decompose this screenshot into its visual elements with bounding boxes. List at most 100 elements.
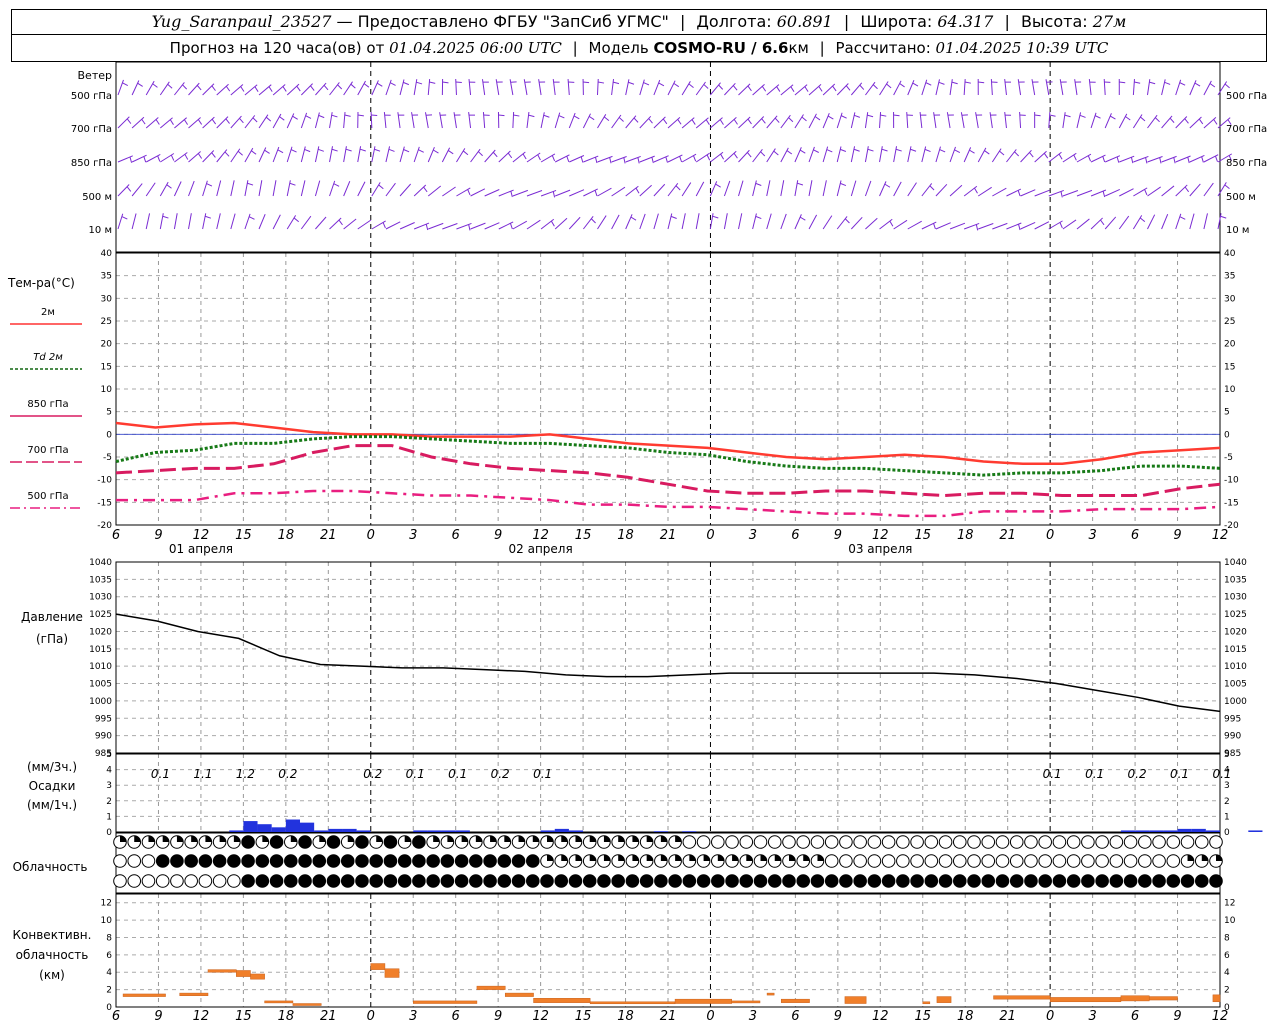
wind-barb	[399, 146, 405, 163]
temp-tick-left: -5	[103, 453, 112, 463]
wind-barb	[371, 220, 386, 230]
wind-barb-feather	[827, 115, 834, 120]
wind-barb	[468, 79, 472, 96]
wind-barb	[554, 217, 568, 230]
wind-barb-feather	[818, 86, 823, 92]
wind-barb	[597, 114, 607, 129]
wind-barb	[836, 83, 849, 96]
cloud-cover-fraction	[376, 835, 383, 842]
wind-barb-feather	[1215, 155, 1218, 162]
hour-tick-label: 21	[660, 528, 677, 543]
cloud-cover-symbol	[1109, 835, 1124, 849]
wind-barb-feather	[609, 157, 612, 164]
convective-cloud-bar	[844, 996, 867, 1004]
wind-barb	[230, 180, 235, 197]
wind-barb-feather	[552, 191, 556, 198]
convective-title-2: облачность	[16, 948, 89, 962]
precip-unit-3h: (мм/3ч.)	[27, 760, 77, 774]
wind-barb-feather	[590, 218, 596, 224]
cloud-cover-symbol	[454, 874, 469, 888]
wind-barb	[822, 146, 829, 163]
wind-barb	[921, 79, 928, 96]
wind-barb	[343, 112, 346, 129]
cloud-cover-symbol	[696, 874, 711, 888]
wind-barb	[1020, 149, 1032, 163]
wind-barb	[978, 223, 994, 230]
wind-barb	[314, 112, 320, 129]
pressure-tick-right: 1035	[1224, 575, 1247, 585]
wind-barb	[383, 112, 387, 129]
convective-tick-left: 10	[101, 916, 113, 926]
wind-barb-feather	[594, 190, 598, 197]
cloud-cover-symbol	[212, 854, 227, 868]
cloud-cover-symbol	[1052, 874, 1067, 888]
cloud-cover-fraction	[817, 854, 824, 861]
cloud-cover-symbol	[896, 874, 910, 888]
cloud-cover-symbol	[881, 835, 896, 849]
wind-level-label-left: 850 гПа	[71, 158, 112, 169]
cloud-cover-symbol	[639, 874, 654, 888]
day-label: 02 апреля	[509, 542, 573, 556]
wind-barb-feather	[925, 82, 932, 86]
cloud-cover-symbol	[711, 835, 725, 849]
wind-barb	[822, 215, 833, 230]
cloud-cover-symbol	[1194, 874, 1209, 888]
wind-barb-feather	[618, 117, 624, 122]
wind-barb-feather	[813, 149, 819, 153]
cloud-cover-symbol	[525, 854, 540, 868]
wind-barb-feather	[528, 114, 535, 118]
precip-3h-label: 0.1	[1170, 767, 1189, 781]
hour-tick-label-bottom: 3	[1088, 1009, 1096, 1024]
wind-level-label-left: 500 гПа	[71, 91, 112, 102]
wind-barb-feather	[679, 156, 683, 163]
cloud-cover-symbol	[1109, 854, 1124, 868]
wind-barb-feather	[129, 156, 133, 163]
cloud-cover-symbol	[910, 835, 924, 849]
cloud-cover-symbol	[995, 854, 1010, 868]
wind-barb	[864, 146, 869, 163]
wind-barb	[286, 83, 300, 96]
wind-barb	[1062, 152, 1077, 163]
cloud-cover-symbol	[412, 874, 426, 888]
wind-barb	[131, 183, 143, 197]
cloud-cover-symbol	[440, 854, 455, 868]
wind-barb-feather	[211, 85, 216, 91]
cloud-cover-symbol	[1180, 835, 1195, 849]
convective-cloud-bar	[207, 969, 237, 973]
cloud-cover-symbol	[568, 874, 583, 888]
wind-barb-feather	[673, 82, 680, 88]
cloud-cover-symbol	[597, 874, 611, 888]
wind-barb	[879, 112, 882, 129]
wind-barb-feather	[1179, 216, 1186, 220]
wind-barb-feather	[403, 81, 410, 86]
wind-barb-feather	[598, 81, 605, 84]
wind-barb	[653, 183, 666, 197]
wind-barb	[836, 216, 848, 230]
wind-barb-feather	[893, 114, 900, 117]
convective-cloud-bar	[674, 998, 732, 1004]
temp-tick-right: 40	[1224, 249, 1236, 259]
wind-barb-feather	[603, 116, 610, 122]
wind-barb-feather	[1119, 81, 1126, 84]
wind-barb-feather	[774, 117, 780, 123]
wind-level-label-left: 700 гПа	[71, 124, 112, 135]
wind-barb-feather	[1224, 83, 1230, 89]
cloud-cover-fraction	[788, 854, 796, 861]
hour-tick-label-bottom: 18	[957, 1009, 974, 1024]
wind-barb-feather	[1029, 152, 1034, 158]
wind-barb	[597, 187, 612, 197]
wind-barb	[766, 115, 778, 129]
wind-barb	[639, 79, 645, 96]
wind-barb-feather	[224, 151, 230, 157]
wind-barb	[766, 148, 776, 163]
wind-barb-feather	[910, 148, 917, 152]
wind-barb-feather	[1220, 215, 1227, 219]
wind-barb-feather	[304, 148, 311, 153]
cloud-cover-symbol	[1052, 835, 1067, 849]
cloud-cover-symbol	[952, 874, 967, 888]
wind-barb	[357, 146, 362, 163]
wind-barb	[752, 116, 765, 129]
wind-barb-feather	[279, 116, 285, 121]
wind-barb	[442, 186, 456, 197]
wind-barb	[963, 185, 978, 197]
